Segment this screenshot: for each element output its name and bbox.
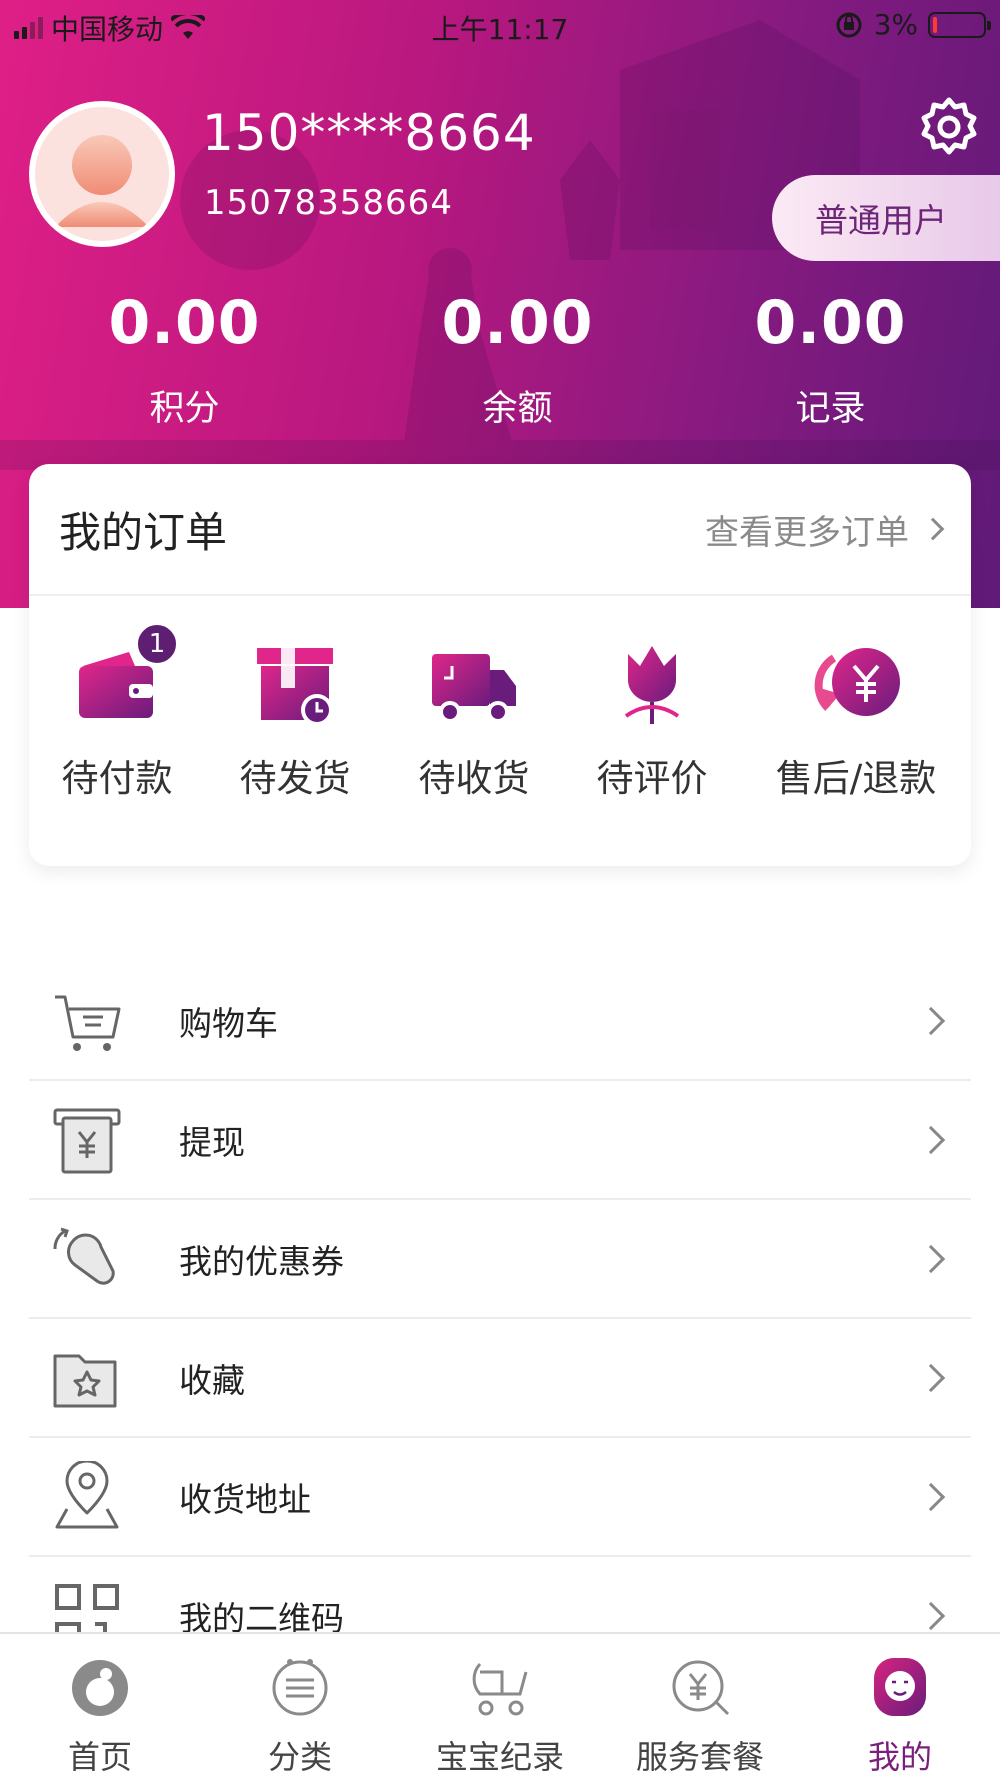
menu-item-coupons[interactable]: 我的优惠券 [29, 1200, 971, 1319]
orders-header: 我的订单 查看更多订单 [29, 464, 971, 596]
truck-icon [432, 654, 516, 723]
menu-item-address[interactable]: 收货地址 [29, 1438, 971, 1557]
tab-label: 分类 [267, 1738, 332, 1776]
stat-label: 记录 [795, 389, 866, 429]
stat-label: 余额 [482, 389, 553, 429]
favorite-folder-icon [53, 1354, 117, 1407]
order-item-label: 待评价 [596, 757, 708, 800]
view-more-orders-link[interactable]: 查看更多订单 [705, 505, 945, 554]
stat-value: 0.00 [108, 288, 261, 358]
flower-icon [624, 646, 680, 724]
tab-label: 我的 [867, 1738, 932, 1776]
yen-service-icon [672, 1660, 730, 1716]
order-pending-shipment[interactable]: 待发货 [235, 636, 355, 802]
menu-item-favorites[interactable]: 收藏 [29, 1319, 971, 1438]
settings-menu-list: 购物车 提现 我的优惠券 收藏 收货地址 我的二维码 [29, 962, 971, 1676]
avatar-placeholder-icon [55, 135, 149, 227]
cart-icon [55, 995, 121, 1051]
status-bar: 中国移动 上午11:17 3% [0, 0, 1000, 50]
member-level-badge[interactable]: 普通用户 [772, 175, 1000, 261]
stat-value: 0.00 [441, 288, 594, 358]
order-pending-payment[interactable]: 1 待付款 [57, 622, 179, 802]
order-item-label: 待付款 [61, 757, 173, 800]
avatar[interactable] [29, 101, 175, 247]
app-root: 中国移动 上午11:17 3% 150****8664 15078358664 … [0, 0, 1000, 1778]
tab-service-packages[interactable]: 服务套餐 [600, 1634, 800, 1778]
package-clock-icon [257, 648, 333, 726]
menu-item-cart[interactable]: 购物车 [29, 962, 971, 1081]
stat-label: 积分 [149, 389, 220, 429]
stat-value: 0.00 [754, 288, 907, 358]
user-phone: 15078358664 [204, 183, 453, 223]
profile-icon [874, 1658, 926, 1716]
home-baby-icon [72, 1660, 128, 1716]
stat-records[interactable]: 0.00 记录 [664, 288, 997, 431]
coupon-icon [53, 1227, 115, 1285]
my-orders-card: 我的订单 查看更多订单 1 待付款 待发货 待收货 待评价 售后/退款 [29, 464, 971, 866]
refund-yen-icon [814, 648, 900, 716]
tab-category[interactable]: 分类 [200, 1634, 400, 1778]
battery-icon [928, 11, 991, 38]
order-item-label: 售后/退款 [775, 757, 937, 800]
chevron-right-icon [916, 1006, 946, 1035]
order-item-label: 待发货 [239, 757, 351, 800]
gear-icon[interactable] [918, 96, 980, 158]
menu-item-label: 我的优惠券 [179, 1241, 344, 1281]
order-status-row: 1 待付款 待发货 待收货 待评价 售后/退款 [29, 596, 971, 864]
bottom-tab-bar: 首页 分类 宝宝纪录 服务套餐 我的 [0, 1632, 1000, 1778]
chevron-right-icon [916, 1125, 946, 1154]
tab-me[interactable]: 我的 [800, 1634, 1000, 1778]
tab-baby-records[interactable]: 宝宝纪录 [400, 1634, 600, 1778]
stat-balance[interactable]: 0.00 余额 [351, 288, 684, 431]
menu-item-label: 购物车 [179, 1003, 278, 1043]
menu-item-label: 收货地址 [179, 1479, 311, 1519]
orders-title: 我的订单 [59, 507, 228, 557]
tab-label: 宝宝纪录 [435, 1738, 564, 1776]
menu-item-label: 提现 [179, 1122, 245, 1162]
chevron-right-icon [916, 1482, 946, 1511]
orientation-lock-icon [836, 12, 862, 37]
pending-payment-count-badge: 1 [135, 622, 179, 666]
tab-label: 服务套餐 [635, 1738, 764, 1776]
category-icon [272, 1659, 328, 1716]
tab-label: 首页 [67, 1738, 132, 1776]
chevron-right-icon [921, 517, 945, 541]
stat-points[interactable]: 0.00 积分 [18, 288, 351, 431]
withdraw-icon [53, 1108, 121, 1173]
location-icon [55, 1460, 119, 1528]
battery-percent: 3% [873, 8, 918, 41]
menu-item-withdraw[interactable]: 提现 [29, 1081, 971, 1200]
order-item-label: 待收货 [418, 757, 530, 800]
order-pending-receipt[interactable]: 待收货 [414, 636, 534, 802]
order-after-sales-refund[interactable]: 售后/退款 [771, 636, 941, 802]
chevron-right-icon [916, 1244, 946, 1273]
order-pending-review[interactable]: 待评价 [592, 636, 712, 802]
stats-row: 0.00 积分 0.00 余额 0.00 记录 [0, 288, 1000, 431]
view-more-label: 查看更多订单 [705, 512, 909, 553]
chevron-right-icon [916, 1601, 946, 1630]
stroller-icon [472, 1662, 528, 1716]
menu-item-label: 收藏 [179, 1360, 245, 1400]
username: 150****8664 [202, 104, 536, 162]
chevron-right-icon [916, 1363, 946, 1392]
tab-home[interactable]: 首页 [0, 1634, 200, 1778]
